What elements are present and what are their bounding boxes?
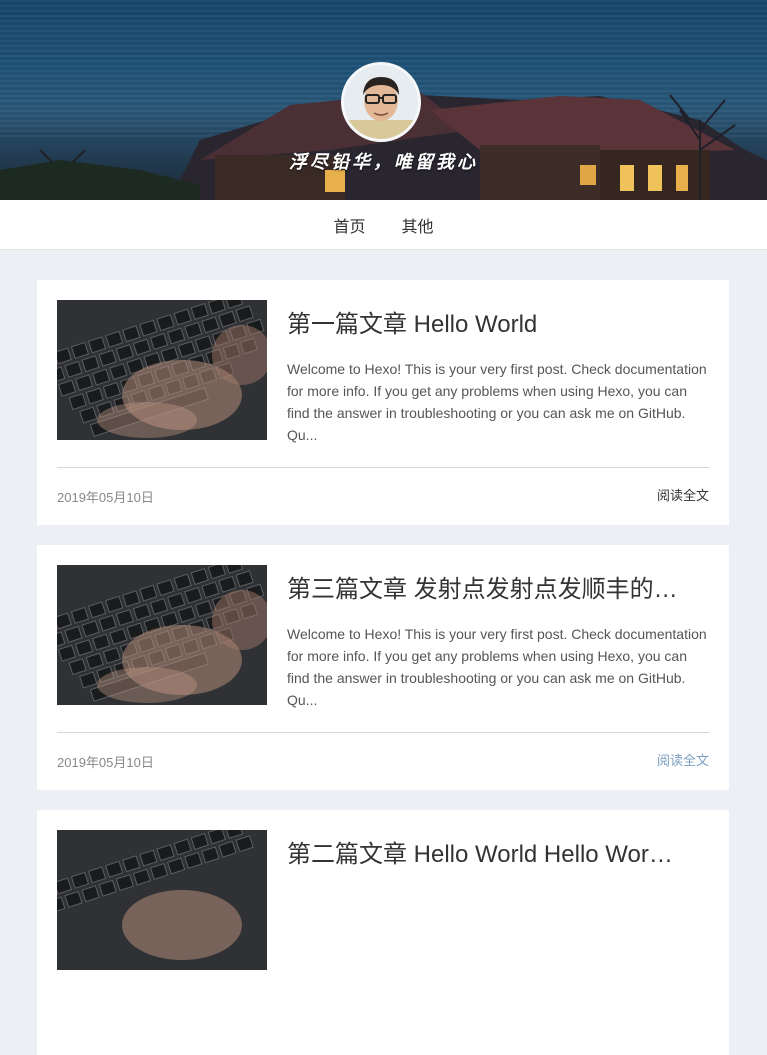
post-list: 第一篇文章 Hello World Welcome to Hexo! This … (0, 250, 767, 1055)
read-more-link[interactable]: 阅读全文 (657, 485, 709, 504)
site-motto: 浮尽铅华，唯留我心 (289, 152, 478, 173)
post-excerpt: Welcome to Hexo! This is your very first… (287, 626, 707, 708)
post-date: 2019年05月10日 (57, 755, 154, 770)
post-thumbnail[interactable] (57, 830, 267, 970)
avatar-portrait-icon (344, 65, 418, 139)
post-title[interactable]: 第一篇文章 Hello World (287, 304, 697, 339)
keyboard-image-icon (57, 565, 267, 705)
nav-item-home[interactable]: 首页 (333, 213, 365, 237)
divider (57, 467, 709, 468)
post-thumbnail[interactable] (57, 565, 267, 705)
read-more-link[interactable]: 阅读全文 (657, 750, 709, 769)
nav-item-other[interactable]: 其他 (402, 213, 434, 237)
divider (57, 732, 709, 733)
post-title[interactable]: 第二篇文章 Hello World Hello Wor… (287, 834, 697, 869)
post-card: 第二篇文章 Hello World Hello Wor… (37, 810, 729, 1055)
main-nav: 首页 其他 (0, 200, 767, 250)
post-card: 第一篇文章 Hello World Welcome to Hexo! This … (37, 280, 729, 525)
post-date: 2019年05月10日 (57, 490, 154, 505)
avatar[interactable] (341, 62, 421, 142)
post-title[interactable]: 第三篇文章 发射点发射点发顺丰的… (287, 569, 697, 604)
keyboard-image-icon (57, 830, 267, 970)
post-thumbnail[interactable] (57, 300, 267, 440)
keyboard-image-icon (57, 300, 267, 440)
header-banner: 浮尽铅华，唯留我心 (0, 0, 767, 200)
post-card: 第三篇文章 发射点发射点发顺丰的… Welcome to Hexo! This … (37, 545, 729, 790)
post-excerpt: Welcome to Hexo! This is your very first… (287, 361, 707, 443)
